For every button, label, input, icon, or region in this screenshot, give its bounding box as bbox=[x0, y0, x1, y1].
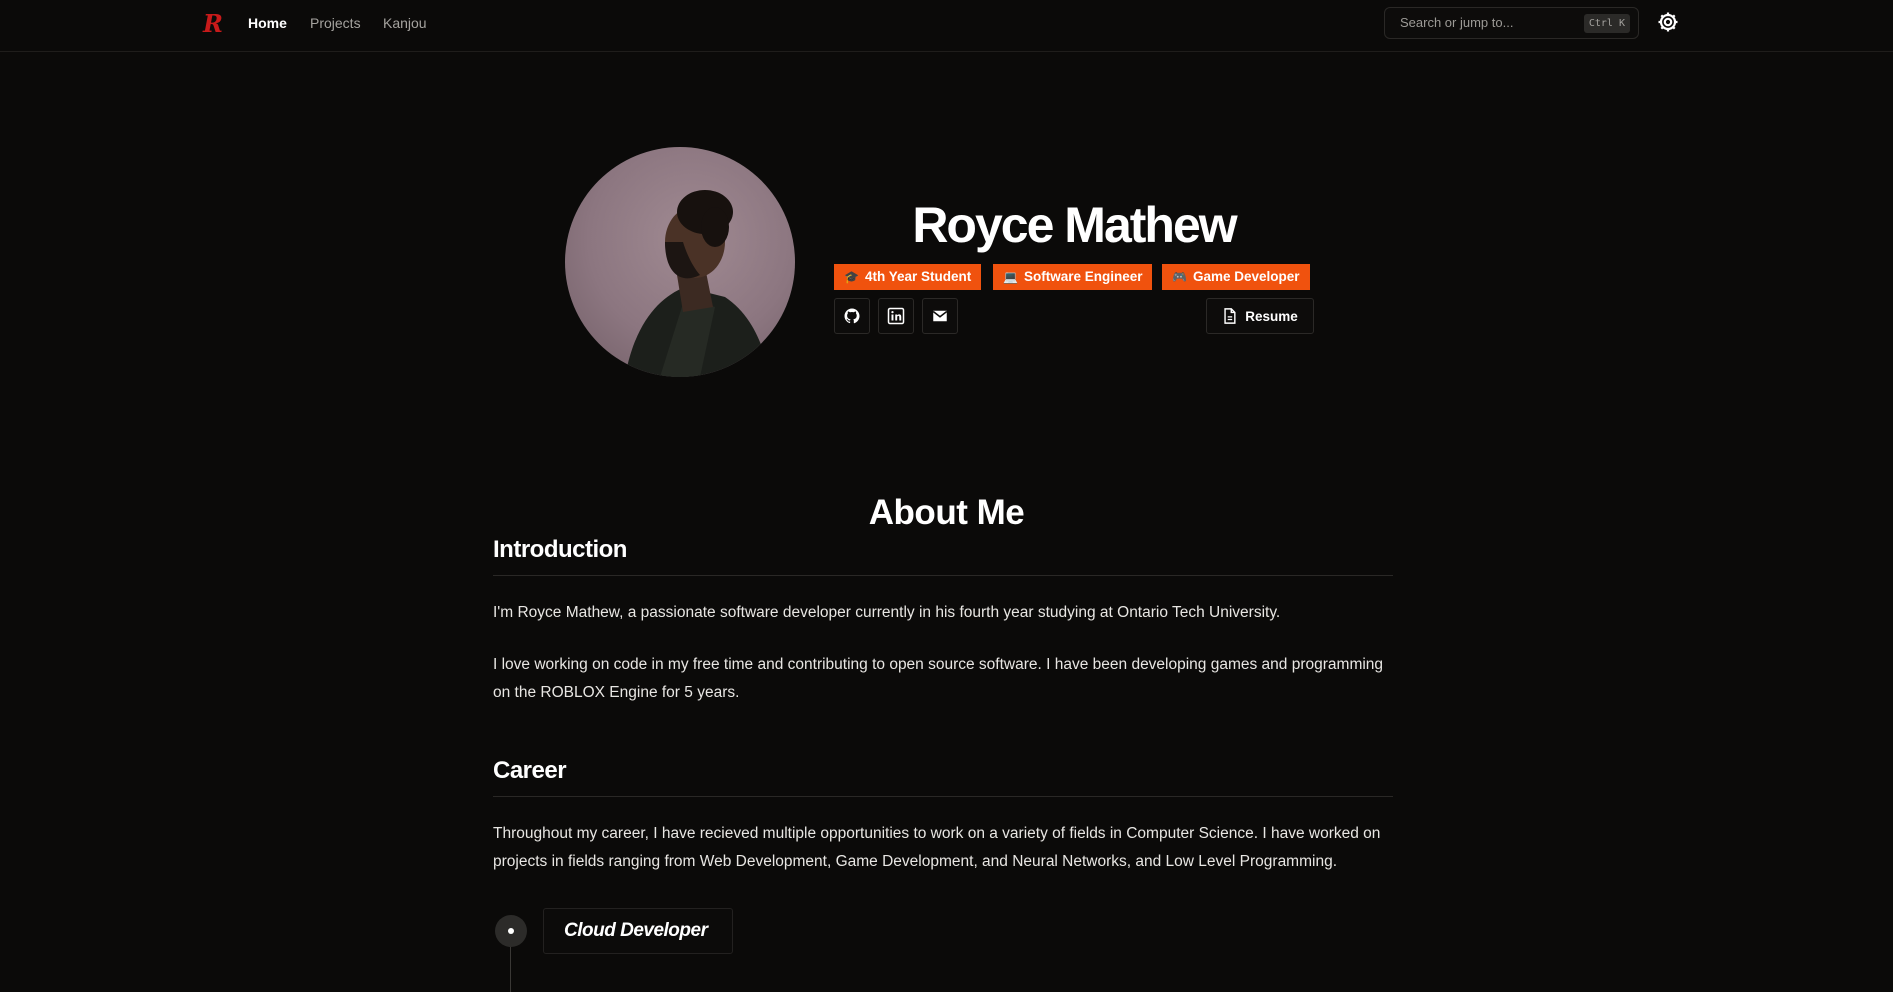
nav-link-home[interactable]: Home bbox=[248, 13, 287, 33]
badge-software-engineer: 💻 Software Engineer bbox=[993, 264, 1153, 290]
search-placeholder: Search or jump to... bbox=[1400, 15, 1514, 30]
email-link[interactable] bbox=[922, 298, 958, 334]
mail-icon bbox=[932, 310, 948, 322]
linkedin-icon bbox=[887, 307, 905, 325]
timeline-dot bbox=[495, 915, 527, 947]
nav-link-kanjou[interactable]: Kanjou bbox=[383, 13, 427, 33]
laptop-icon: 💻 bbox=[1003, 270, 1018, 284]
search-input[interactable]: Search or jump to... Ctrl K bbox=[1384, 7, 1639, 39]
github-icon bbox=[844, 308, 860, 324]
profile-name: Royce Mathew bbox=[912, 197, 1237, 253]
settings-gear-icon[interactable] bbox=[1656, 10, 1680, 34]
site-logo[interactable]: R bbox=[203, 10, 223, 38]
gamepad-icon: 🎮 bbox=[1172, 270, 1187, 284]
nav-link-projects[interactable]: Projects bbox=[310, 13, 361, 33]
badge-label: 4th Year Student bbox=[864, 269, 972, 284]
career-heading: Career bbox=[493, 757, 1393, 797]
top-navigation-bar: R Home Projects Kanjou Search or jump to… bbox=[0, 0, 1893, 52]
about-me-title: About Me bbox=[868, 493, 1025, 532]
introduction-paragraph-2: I love working on code in my free time a… bbox=[493, 656, 1384, 701]
badge-label: Software Engineer bbox=[1023, 269, 1143, 284]
badge-game-developer: 🎮 Game Developer bbox=[1162, 264, 1310, 290]
introduction-paragraph-1: I'm Royce Mathew, a passionate software … bbox=[493, 604, 1281, 621]
badge-label: Game Developer bbox=[1192, 269, 1300, 284]
profile-avatar bbox=[565, 147, 795, 377]
search-shortcut-hint: Ctrl K bbox=[1583, 14, 1630, 33]
github-link[interactable] bbox=[834, 298, 870, 334]
timeline-item-cloud-developer[interactable]: Cloud Developer bbox=[543, 908, 733, 954]
document-icon bbox=[1224, 308, 1236, 324]
career-paragraph: Throughout my career, I have recieved mu… bbox=[493, 825, 1381, 870]
graduation-cap-icon: 🎓 bbox=[844, 270, 859, 284]
resume-button[interactable]: Resume bbox=[1206, 298, 1314, 334]
badge-student: 🎓 4th Year Student bbox=[834, 264, 982, 290]
resume-label: Resume bbox=[1245, 308, 1298, 324]
linkedin-link[interactable] bbox=[878, 298, 914, 334]
introduction-heading: Introduction bbox=[493, 536, 1393, 576]
